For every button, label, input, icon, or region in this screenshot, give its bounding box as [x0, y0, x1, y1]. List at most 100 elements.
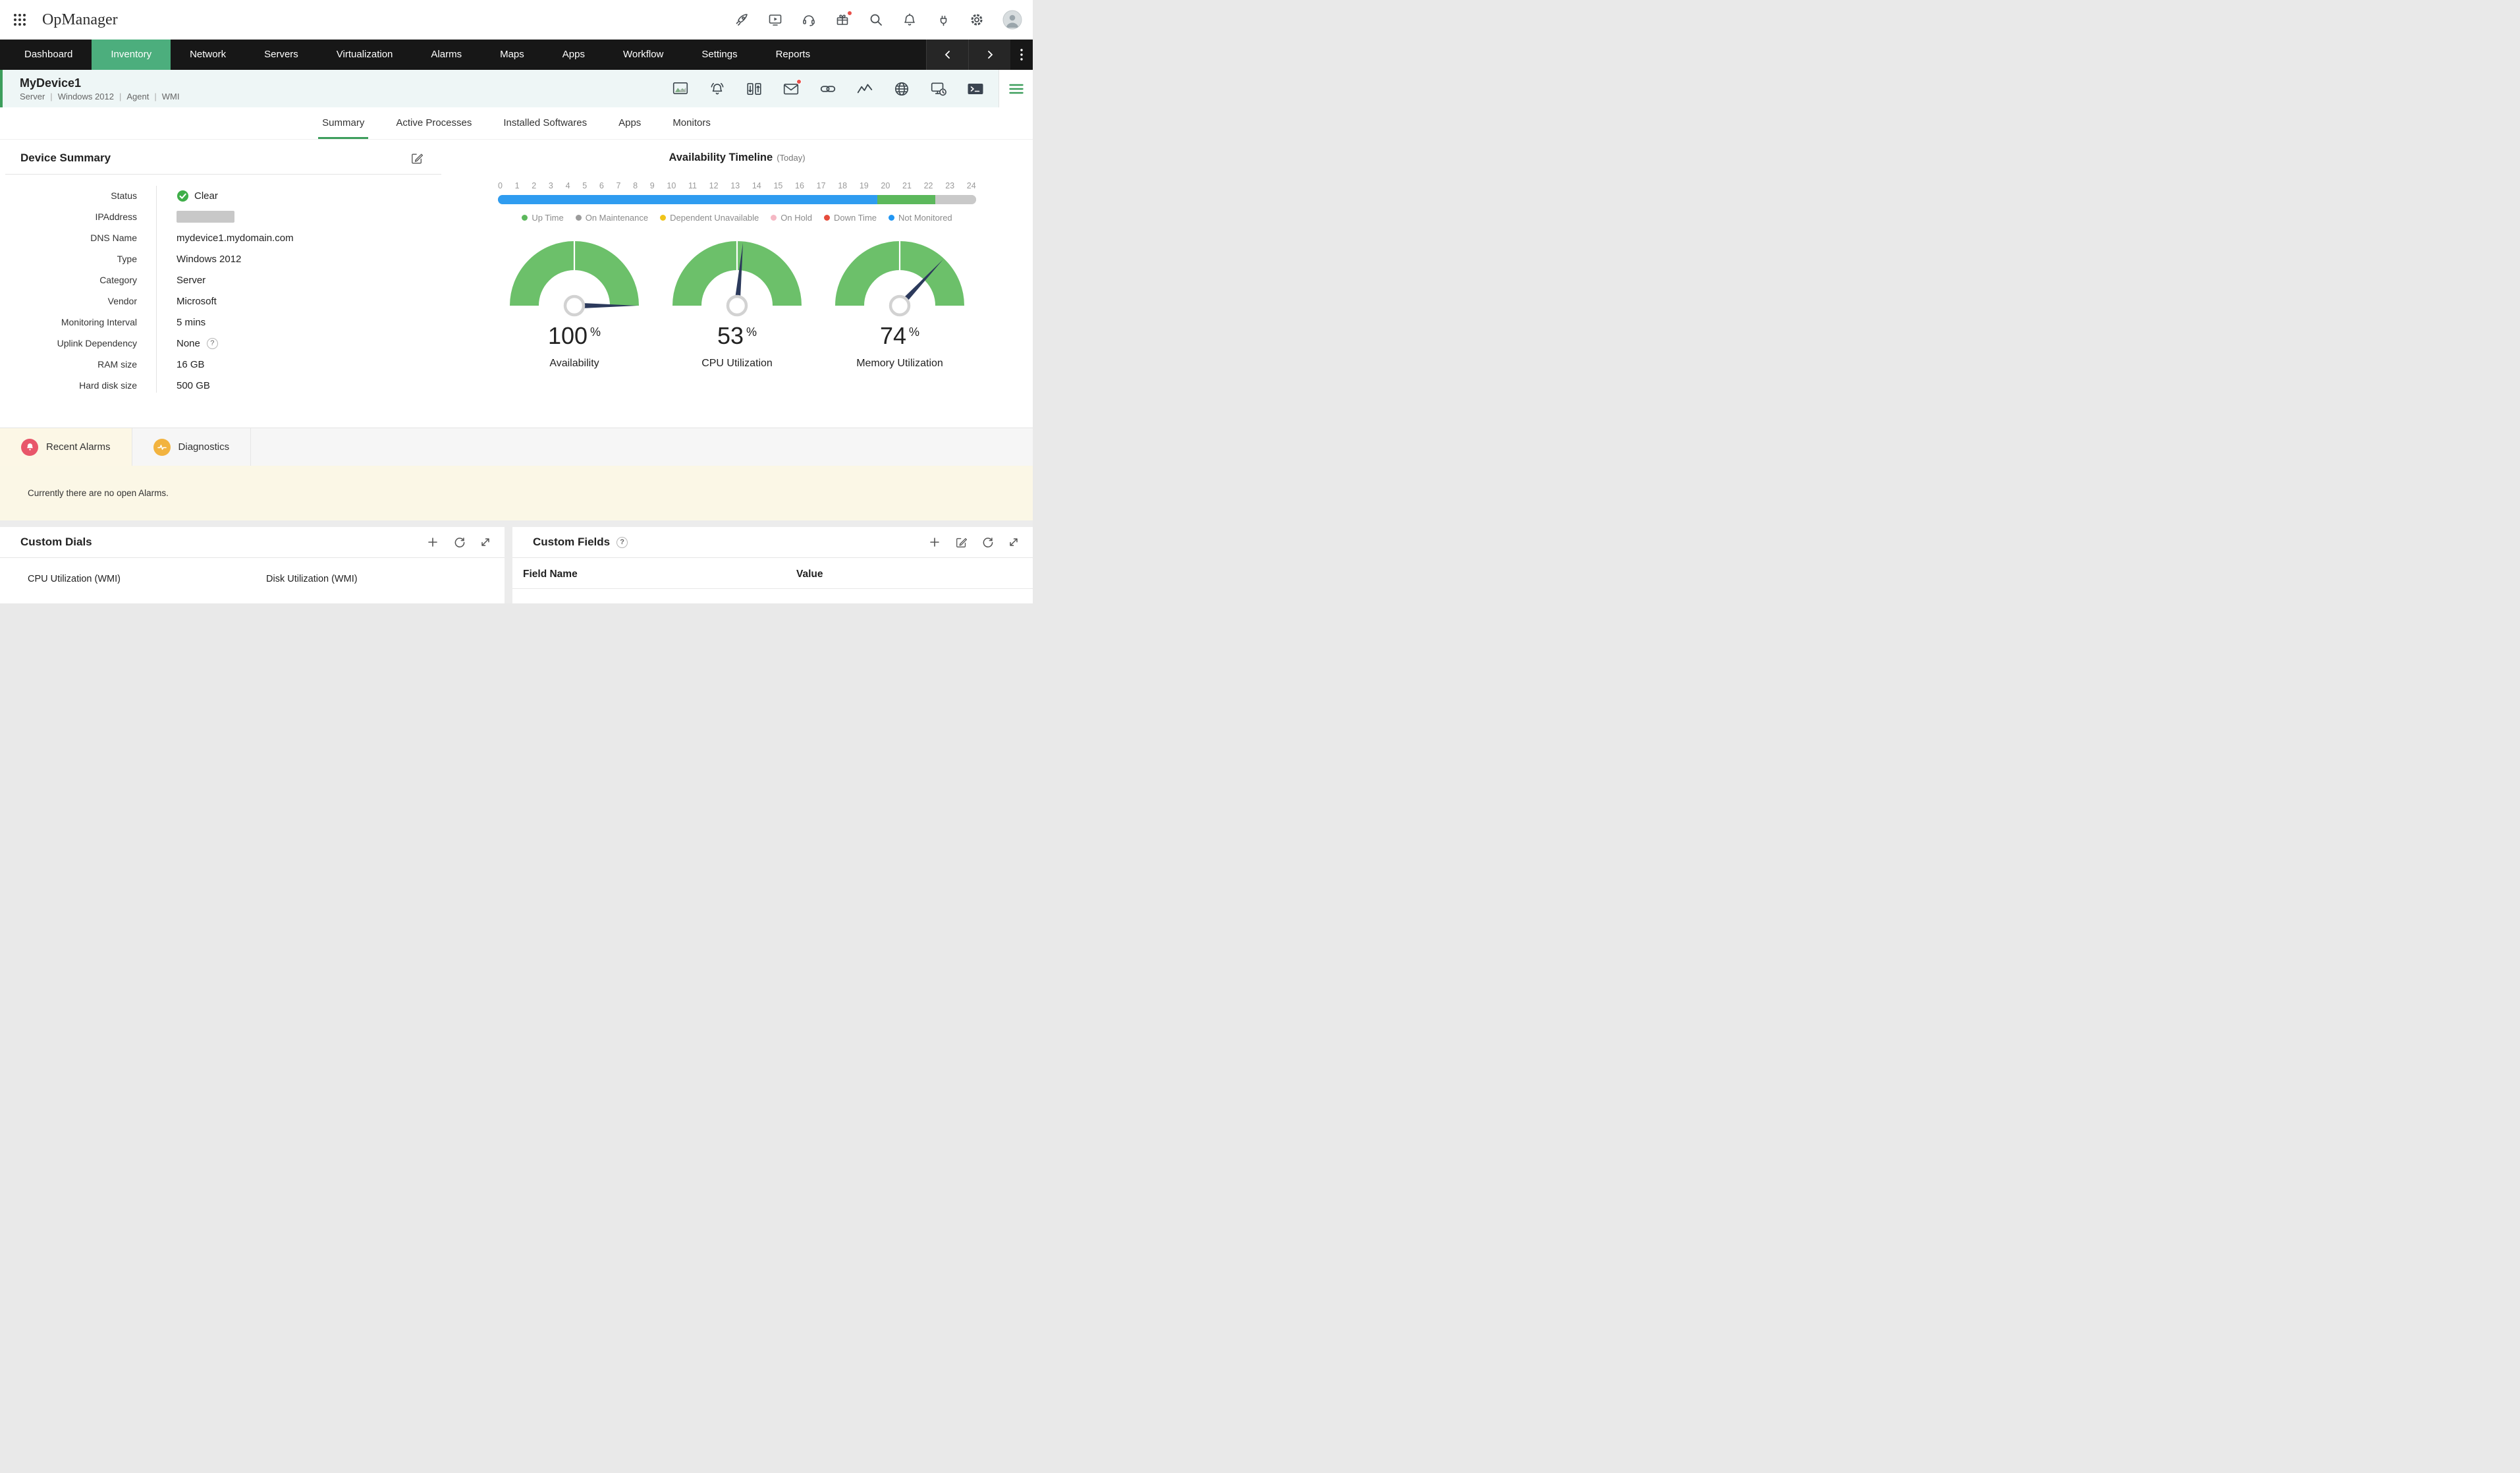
uplink-help-icon[interactable]: ?: [207, 338, 218, 349]
getting-started-icon[interactable]: [734, 12, 750, 28]
config-sync-icon[interactable]: [746, 80, 763, 97]
remote-access-icon[interactable]: [930, 80, 947, 97]
summary-value: [177, 211, 234, 223]
hour-label: 19: [860, 181, 869, 190]
hour-label: 5: [582, 181, 587, 190]
summary-row: VendorMicrosoft: [0, 291, 441, 312]
nav-item-dashboard[interactable]: Dashboard: [5, 40, 92, 70]
tab-active-processes[interactable]: Active Processes: [396, 107, 472, 139]
support-icon[interactable]: [801, 12, 817, 28]
alarm-tab-strip: Recent AlarmsDiagnostics: [0, 428, 1033, 466]
summary-divider: [156, 186, 157, 393]
legend-label: Up Time: [532, 213, 563, 223]
summary-value: mydevice1.mydomain.com: [177, 233, 294, 244]
legend-item: On Maintenance: [576, 213, 648, 223]
dial-item: Disk Utilization (WMI): [266, 574, 505, 584]
custom-dials-actions: [427, 536, 491, 548]
nav-item-workflow[interactable]: Workflow: [604, 40, 682, 70]
sparkline-icon[interactable]: [856, 80, 873, 97]
summary-value: Server: [177, 275, 205, 286]
add-field-button[interactable]: [929, 536, 941, 548]
custom-fields-title: Custom Fields: [533, 536, 610, 549]
gauge-label: CPU Utilization: [671, 358, 803, 370]
summary-label: Vendor: [0, 296, 137, 306]
legend-dot: [660, 215, 666, 221]
bar-segment-up-time: [877, 195, 935, 204]
custom-dials-title: Custom Dials: [20, 536, 92, 549]
status-badge: Clear: [177, 190, 218, 202]
hour-label: 15: [773, 181, 782, 190]
refresh-dials-button[interactable]: [453, 536, 465, 548]
tab-summary[interactable]: Summary: [322, 107, 364, 139]
custom-fields-header: Custom Fields ?: [512, 527, 1033, 558]
video-tour-icon[interactable]: [767, 12, 783, 28]
nav-scroll-left[interactable]: [926, 40, 968, 70]
nav-item-inventory[interactable]: Inventory: [92, 40, 171, 70]
web-globe-icon[interactable]: [893, 80, 910, 97]
alarm-alert-icon[interactable]: [709, 80, 726, 97]
user-avatar[interactable]: [1002, 10, 1022, 30]
tab-apps[interactable]: Apps: [618, 107, 641, 139]
tab-recent-alarms[interactable]: Recent Alarms: [0, 428, 132, 466]
tab-installed-softwares[interactable]: Installed Softwares: [503, 107, 587, 139]
summary-row: Uplink DependencyNone?: [0, 333, 441, 354]
nav-item-virtualization[interactable]: Virtualization: [317, 40, 412, 70]
edit-device-summary-button[interactable]: [411, 152, 423, 164]
tab-diagnostics[interactable]: Diagnostics: [132, 428, 252, 466]
availability-bar: [498, 195, 976, 204]
custom-fields-columns: Field NameValue: [512, 558, 1033, 589]
page-tabs: Summary Active Processes Installed Softwar…: [0, 107, 1033, 140]
mail-icon[interactable]: [782, 80, 800, 97]
nav-scroll-right[interactable]: [968, 40, 1010, 70]
terminal-icon[interactable]: [967, 80, 984, 97]
expand-fields-button[interactable]: [1008, 536, 1020, 548]
gauge-value-unit: %: [590, 325, 601, 339]
custom-fields-help-icon[interactable]: ?: [616, 537, 628, 548]
apps-grid-icon[interactable]: [12, 12, 28, 28]
gauge-value: 100%: [508, 322, 640, 350]
nav-item-alarms[interactable]: Alarms: [412, 40, 481, 70]
timeline-legend: Up TimeOn MaintenanceDependent Unavailab…: [441, 213, 1033, 223]
integrations-icon[interactable]: [935, 12, 951, 28]
refresh-fields-button[interactable]: [981, 536, 993, 548]
gauge-value-unit: %: [909, 325, 919, 339]
summary-label: Monitoring Interval: [0, 317, 137, 327]
device-menu-icon[interactable]: [999, 70, 1033, 107]
nav-item-servers[interactable]: Servers: [245, 40, 317, 70]
gauge-dial: [671, 240, 803, 321]
nav-item-apps[interactable]: Apps: [543, 40, 604, 70]
legend-dot: [771, 215, 777, 221]
nav-item-settings[interactable]: Settings: [682, 40, 756, 70]
opmanager-page: OpManager: [0, 0, 1033, 603]
timeline-hours: 0123456789101112131415161718192021222324: [498, 181, 976, 190]
availability-title-text: Availability Timeline: [669, 152, 773, 163]
summary-value: Clear: [177, 190, 218, 202]
summary-value-text: 500 GB: [177, 380, 210, 391]
summary-value: 16 GB: [177, 359, 205, 370]
whats-new-icon[interactable]: [835, 12, 850, 28]
summary-label: Category: [0, 275, 137, 285]
legend-dot: [824, 215, 830, 221]
settings-icon[interactable]: [969, 12, 985, 28]
nav-item-maps[interactable]: Maps: [481, 40, 543, 70]
gauge-value: 53%: [671, 322, 803, 350]
add-dial-button[interactable]: [427, 536, 439, 548]
summary-value: 500 GB: [177, 380, 210, 391]
bar-segment-not-monitored: [498, 195, 877, 204]
nav-item-reports[interactable]: Reports: [757, 40, 830, 70]
device-header: MyDevice1 Server|Windows 2012|Agent|WMI: [0, 70, 1033, 107]
dependency-link-icon[interactable]: [819, 80, 836, 97]
expand-dials-button[interactable]: [479, 536, 491, 548]
nav-item-network[interactable]: Network: [171, 40, 245, 70]
tab-monitors[interactable]: Monitors: [672, 107, 711, 139]
edit-fields-button[interactable]: [955, 536, 967, 548]
legend-item: Down Time: [824, 213, 877, 223]
device-header-left: MyDevice1 Server|Windows 2012|Agent|WMI: [20, 76, 179, 101]
nav-more-menu[interactable]: [1010, 40, 1033, 70]
hour-label: 9: [650, 181, 655, 190]
search-icon[interactable]: [868, 12, 884, 28]
notifications-icon[interactable]: [902, 12, 918, 28]
performance-chart-icon[interactable]: [672, 80, 689, 97]
top-header: OpManager: [0, 0, 1033, 40]
summary-value: None?: [177, 338, 218, 349]
